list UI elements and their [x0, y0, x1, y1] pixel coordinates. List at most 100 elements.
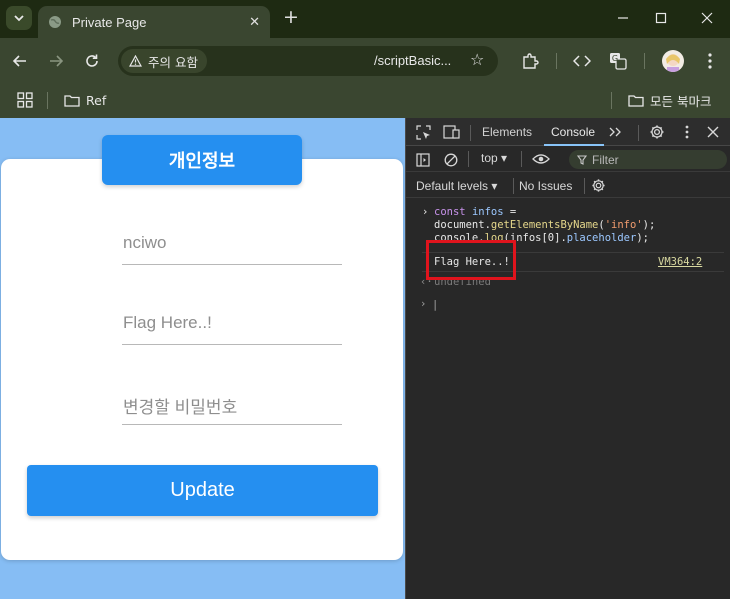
code-operator: =: [503, 206, 517, 218]
page-title: 개인정보: [102, 135, 302, 185]
arrow-right-icon: [50, 55, 64, 67]
live-expression-button[interactable]: [532, 151, 550, 167]
username-field[interactable]: nciwo: [122, 225, 342, 265]
code-icon: [573, 55, 591, 67]
close-window-button[interactable]: [692, 8, 722, 28]
chevron-down-icon: [14, 15, 24, 22]
source-link[interactable]: VM364:2: [658, 256, 702, 268]
sidebar-toggle-button[interactable]: [414, 152, 432, 168]
url-text: /scriptBasic...: [374, 53, 452, 68]
toolbar-divider: [556, 53, 557, 69]
devtools-divider: [638, 125, 639, 141]
maximize-button[interactable]: [646, 8, 676, 28]
minimize-icon: [618, 17, 628, 19]
devtools-menu-button[interactable]: [678, 124, 696, 140]
reload-icon: [86, 54, 98, 67]
console-levels-bar: Default levels ▾ No Issues: [406, 172, 730, 198]
code-variable: infos: [471, 206, 504, 218]
info-placeholder: Flag Here..!: [123, 313, 212, 332]
folder-icon: [628, 94, 644, 107]
input-prompt-icon: ›: [420, 298, 427, 310]
context-selector-label: top: [481, 151, 498, 165]
puzzle-icon: [523, 53, 539, 69]
maximize-icon: [655, 12, 667, 24]
console-toolbar: top ▾ Filter: [406, 146, 730, 172]
filter-icon: [577, 154, 587, 165]
bookmark-star-icon[interactable]: ☆: [470, 50, 484, 69]
devtools-divider: [513, 178, 514, 194]
new-password-placeholder: 변경할 비밀번호: [123, 398, 238, 417]
code-keyword: const: [434, 206, 466, 218]
tab-console[interactable]: Console: [551, 125, 595, 139]
console-input-line: document.getElementsByName('info');: [434, 219, 655, 231]
code-paren: );: [636, 232, 649, 244]
new-tab-button[interactable]: +: [281, 6, 301, 30]
address-bar[interactable]: 주의 요함 /scriptBasic... ☆: [118, 46, 498, 76]
close-icon: [701, 12, 713, 24]
filter-input[interactable]: Filter: [569, 150, 727, 169]
translate-icon: G: [610, 53, 627, 70]
back-button[interactable]: [8, 49, 32, 73]
bookmark-label: Ref: [86, 92, 107, 108]
security-chip-label: 주의 요함: [148, 54, 198, 70]
toolbar-divider: [644, 53, 645, 69]
kebab-menu-icon: [708, 53, 712, 69]
sidebar-icon: [416, 153, 430, 167]
tab-close-icon[interactable]: ✕: [249, 15, 260, 30]
profile-picture-icon: [666, 54, 680, 72]
console-settings-button[interactable]: [589, 177, 607, 193]
folder-icon: [64, 94, 80, 107]
browser-menu-button[interactable]: [700, 51, 720, 71]
code-function: getElementsByName: [490, 219, 599, 231]
devtools-divider: [584, 178, 585, 194]
devtools-close-button[interactable]: [704, 124, 722, 140]
apps-grid-icon[interactable]: [17, 92, 33, 108]
console-output[interactable]: › const infos = document.getElementsByNa…: [406, 198, 730, 599]
tab-elements[interactable]: Elements: [482, 125, 532, 139]
devtools-divider: [470, 125, 471, 141]
username-placeholder: nciwo: [123, 233, 167, 252]
tab-strip: Private Page ✕ +: [0, 0, 730, 38]
clear-console-button[interactable]: [442, 152, 460, 168]
more-tabs-button[interactable]: [606, 124, 624, 140]
page-viewport: nciwo Flag Here..! 변경할 비밀번호 개인정보 Update: [0, 118, 405, 599]
arrow-left-icon: [12, 55, 26, 67]
highlight-box: [426, 240, 516, 280]
tab-search-button[interactable]: [6, 6, 32, 30]
context-selector[interactable]: top ▾: [481, 151, 507, 165]
kebab-menu-icon: [685, 125, 689, 139]
bookmark-ref[interactable]: Ref: [64, 90, 106, 110]
reload-button[interactable]: [80, 49, 104, 73]
browser-toolbar: 주의 요함 /scriptBasic... ☆ G: [0, 38, 730, 84]
console-input-line: const infos =: [434, 206, 516, 218]
profile-avatar[interactable]: [662, 50, 684, 72]
svg-text:G: G: [612, 54, 618, 63]
clear-icon: [444, 153, 458, 167]
console-caret[interactable]: |: [432, 299, 438, 311]
security-chip[interactable]: 주의 요함: [121, 49, 207, 73]
minimize-button[interactable]: [608, 8, 638, 28]
inspect-element-button[interactable]: [414, 124, 432, 140]
info-field[interactable]: Flag Here..!: [122, 305, 342, 345]
log-levels-dropdown[interactable]: Default levels ▾: [416, 179, 497, 193]
update-button[interactable]: Update: [27, 465, 378, 516]
bookmarks-bar: Ref 모든 북마크: [0, 84, 730, 118]
forward-button[interactable]: [44, 49, 68, 73]
double-chevron-right-icon: [609, 127, 621, 137]
code-property: placeholder: [566, 232, 637, 244]
device-toolbar-button[interactable]: [442, 124, 460, 140]
translate-button[interactable]: G: [608, 51, 628, 71]
code-string: 'info': [604, 219, 643, 231]
warning-icon: [129, 55, 142, 67]
issues-counter[interactable]: No Issues: [519, 179, 572, 193]
bookmarks-divider: [611, 92, 612, 109]
globe-icon: [49, 16, 61, 28]
new-password-field[interactable]: 변경할 비밀번호: [122, 385, 342, 425]
bookmark-all[interactable]: 모든 북마크: [628, 90, 711, 110]
devtools-toggle-button[interactable]: [572, 51, 592, 71]
devtools-settings-button[interactable]: [648, 124, 666, 140]
code-object: document.: [434, 219, 491, 231]
bookmark-label: 모든 북마크: [650, 93, 712, 109]
extensions-button[interactable]: [520, 51, 540, 71]
browser-tab[interactable]: Private Page ✕: [38, 6, 270, 38]
